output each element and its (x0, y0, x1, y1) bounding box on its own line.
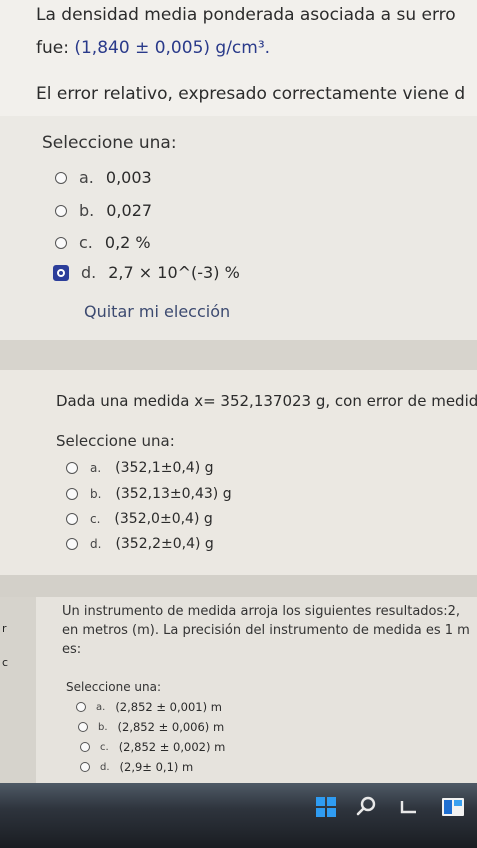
option-text: 0,2 % (104, 233, 151, 252)
q2-option-d[interactable]: d. (352,2±0,4) g (66, 536, 214, 552)
radio-button[interactable] (55, 171, 67, 184)
q2-option-c[interactable]: c. (352,0±0,4) g (66, 511, 213, 527)
radio-button[interactable] (78, 722, 88, 732)
quiz-screen: La densidad media ponderada asociada a s… (0, 0, 477, 848)
q1-option-a[interactable]: a. 0,003 (55, 168, 152, 187)
option-letter: d. (90, 537, 102, 551)
q3-option-a[interactable]: a. (2,852 ± 0,001) m (76, 700, 222, 714)
q2-option-b[interactable]: b. (352,13±0,43) g (66, 486, 232, 502)
radio-button[interactable] (76, 702, 86, 712)
option-text: 0,003 (105, 168, 152, 187)
search-icon[interactable] (356, 796, 376, 816)
select-one-label: Seleccione una: (42, 133, 177, 153)
q1-option-c[interactable]: c. 0,2 % (55, 233, 151, 252)
option-text: 0,027 (106, 201, 153, 220)
question-1-line-3: El error relativo, expresado correctamen… (36, 84, 466, 104)
radio-button[interactable] (55, 204, 67, 217)
radio-button-selected[interactable] (53, 264, 69, 281)
question-gap (0, 340, 477, 370)
q2-option-a[interactable]: a. (352,1±0,4) g (66, 460, 214, 476)
radio-button[interactable] (55, 236, 67, 249)
question-1-line-2-prefix: fue: (36, 38, 75, 58)
question-3-line-1: Un instrumento de medida arroja los sigu… (62, 604, 461, 619)
option-letter: b. (79, 201, 95, 220)
option-text: (352,0±0,4) g (114, 511, 213, 527)
option-letter: a. (79, 168, 94, 187)
question-2-prompt: Dada una medida x= 352,137023 g, con err… (56, 392, 477, 410)
task-view-icon[interactable] (398, 798, 418, 816)
option-text: 2,7 × 10^(-3) % (108, 263, 240, 282)
radio-button[interactable] (80, 762, 90, 772)
question-3-line-2: en metros (m). La precisión del instrume… (62, 623, 470, 638)
option-text: (352,1±0,4) g (115, 460, 214, 476)
radio-button[interactable] (80, 742, 90, 752)
widgets-icon[interactable] (441, 796, 465, 818)
option-letter: a. (90, 461, 102, 475)
select-one-label: Seleccione una: (56, 432, 175, 450)
option-letter: a. (96, 701, 106, 713)
density-value: (1,840 ± 0,005) g/cm³. (74, 38, 271, 58)
option-letter: c. (90, 512, 101, 526)
option-text: (352,13±0,43) g (115, 486, 232, 502)
option-text: (2,9± 0,1) m (119, 760, 194, 774)
radio-button[interactable] (66, 513, 78, 525)
option-letter: c. (79, 233, 93, 252)
q3-option-d[interactable]: d. (2,9± 0,1) m (80, 760, 193, 774)
question-1-line-1: La densidad media ponderada asociada a s… (36, 5, 456, 25)
radio-button[interactable] (66, 538, 78, 550)
q1-option-b[interactable]: b. 0,027 (55, 201, 152, 220)
radio-button[interactable] (66, 462, 78, 474)
question-gap (0, 575, 477, 597)
option-text: (2,852 ± 0,002) m (118, 740, 226, 754)
option-letter: d. (100, 761, 110, 773)
question-3-line-3: es: (62, 642, 82, 657)
option-letter: d. (81, 263, 97, 282)
option-text: (352,2±0,4) g (115, 536, 214, 552)
windows-start-icon[interactable] (316, 797, 336, 817)
select-one-label: Seleccione una: (66, 680, 161, 694)
radio-button[interactable] (66, 488, 78, 500)
side-mark: c (2, 656, 9, 669)
option-letter: b. (90, 487, 102, 501)
option-text: (2,852 ± 0,001) m (115, 700, 222, 714)
option-letter: c. (100, 741, 109, 753)
q1-option-d[interactable]: d. 2,7 × 10^(-3) % (53, 263, 240, 282)
option-text: (2,852 ± 0,006) m (117, 720, 225, 734)
clear-choice-link[interactable]: Quitar mi elección (84, 302, 230, 321)
q3-option-b[interactable]: b. (2,852 ± 0,006) m (78, 720, 224, 734)
q3-option-c[interactable]: c. (2,852 ± 0,002) m (80, 740, 225, 754)
side-mark: r (2, 622, 7, 635)
question-1-line-2: fue: (1,840 ± 0,005) g/cm³. (36, 38, 270, 58)
option-letter: b. (98, 721, 108, 733)
